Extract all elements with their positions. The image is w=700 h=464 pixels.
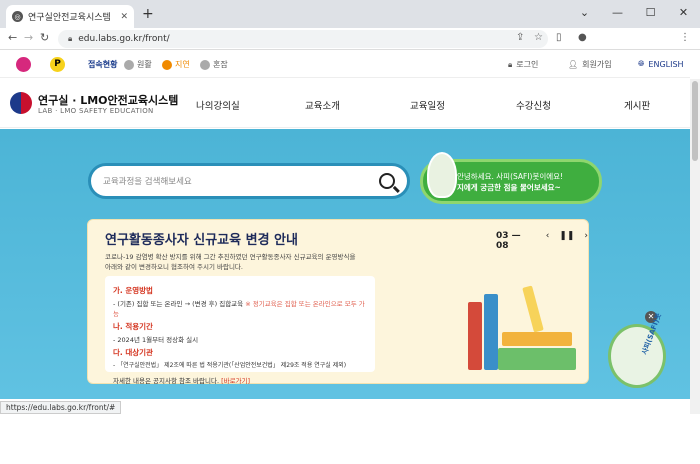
site-subtitle: LAB · LMO SAFETY EDUCATION [38,107,154,115]
section-period-title: 나. 적용기간 [113,322,153,331]
nav-education-schedule[interactable]: 교육일정 [410,98,445,112]
lock-icon: 🔒︎ [68,34,73,43]
nav-education-intro[interactable]: 교육소개 [305,98,340,112]
nav-my-classroom[interactable]: 나의강의실 [196,98,240,112]
section-period-item: - 2024년 1월부터 정상화 실시 [113,336,199,344]
maximize-icon[interactable]: ☐ [634,0,667,28]
bookmark-star-icon[interactable]: ☆ [534,32,543,43]
status-smooth: 원활 [124,59,152,70]
side-panel-icon[interactable]: ▯ [556,32,562,43]
back-icon[interactable]: ← [8,31,17,44]
prev-icon[interactable]: ‹ [546,231,550,251]
bot-prompt: 지에게 궁금한 점을 물어보세요~ [457,182,561,192]
status-dot-icon [200,59,210,70]
lock-icon: 🔒︎ [508,59,513,69]
site-header: 연구실 · LMO안전교육시스템 LAB · LMO SAFETY EDUCAT… [0,79,690,128]
instagram-icon[interactable] [16,57,31,72]
quick-menu-circle[interactable] [130,404,190,464]
globe-icon: 🌐︎ [638,59,645,68]
notice-banner: 연구활동종사자 신규교육 변경 안내 03 — 08 ‹ ❚❚ › 코로나-19… [87,219,589,385]
page-scrollbar[interactable] [690,79,700,414]
close-tab-icon[interactable]: ✕ [120,12,128,22]
quick-menu-circle[interactable] [490,404,550,464]
forward-icon[interactable]: → [24,31,33,44]
connection-status-label: 접속현황 [88,60,118,69]
notice-title: 연구활동종사자 신규교육 변경 안내 [105,233,298,248]
bot-greeting: 안녕하세요. 사피(SAFI)봇이에요! [457,171,564,181]
globe-icon: ◎ [12,11,23,22]
books-illustration [458,285,578,370]
search-placeholder: 교육과정을 검색해보세요 [103,177,192,187]
course-search-input[interactable]: 교육과정을 검색해보세요 [88,163,410,199]
new-tab-icon[interactable]: + [142,6,154,22]
section-method-title: 가. 운영방법 [113,286,153,295]
browser-tab-bar: ◎ 연구실안전교육시스템 ✕ + ⌄ — ☐ ✕ [0,0,700,28]
pause-icon[interactable]: ❚❚ [559,231,574,251]
safi-bot-banner[interactable]: 안녕하세요. 사피(SAFI)봇이에요! 지에게 궁금한 점을 물어보세요~ [420,152,602,204]
user-icon: 👤︎ [568,60,579,69]
login-link[interactable]: 🔒︎ 로그인 [508,59,538,70]
tab-search-icon[interactable]: ⌄ [568,0,601,28]
blog-p-icon[interactable]: P [50,57,65,72]
notice-details: 가. 운영방법 - (기존) 집합 또는 온라인 → (변경 후) 집합교육 ※… [105,276,375,385]
english-link[interactable]: 🌐︎ ENGLISH [638,59,684,69]
url-text: edu.labs.go.kr/front/ [78,34,170,44]
pager-count: 03 — 08 [496,231,521,251]
notice-description: 코로나-19 감염병 확산 방지를 위해 그간 추진하였던 연구활동종사자 신규… [105,253,356,271]
notice-footer: 자세한 내용은 공지사항 참조 바랍니다. [바로가기] [113,377,251,385]
browser-tab[interactable]: ◎ 연구실안전교육시스템 ✕ [6,5,134,28]
address-bar-row: ← → ↻ 🔒︎ edu.labs.go.kr/front/ ⇪ ☆ ▯ ● ⋮ [0,28,700,50]
notice-pager: 03 — 08 ‹ ❚❚ › [496,231,588,251]
status-dot-icon [124,59,134,70]
logo-emblem-icon[interactable] [10,92,32,114]
section-target-title: 다. 대상기관 [113,348,153,357]
nav-board[interactable]: 게시판 [624,98,650,112]
status-congested: 혼잡 [200,59,228,70]
utility-bar: P 접속현황 원활 지연 혼잡 🔒︎ 로그인 👤︎ 회원가입 🌐︎ ENGLISH [0,50,690,78]
status-dot-icon [162,59,172,70]
section-target-item: - 「연구실안전법」 제2조에 따른 법 적용기관(「산업안전보건법」 제29조… [113,362,347,369]
close-window-icon[interactable]: ✕ [667,0,700,28]
hero-section: 교육과정을 검색해보세요 안녕하세요. 사피(SAFI)봇이에요! 지에게 궁금… [0,129,690,399]
shortcut-link[interactable]: [바로가기] [221,377,250,385]
quick-menu-circle[interactable] [250,404,310,464]
share-icon[interactable]: ⇪ [516,32,524,43]
window-controls: ⌄ — ☐ ✕ [568,0,700,28]
url-field[interactable]: 🔒︎ edu.labs.go.kr/front/ [58,30,548,48]
next-icon[interactable]: › [584,231,588,251]
join-link[interactable]: 👤︎ 회원가입 [568,59,612,70]
safi-bot-mascot[interactable] [608,324,666,388]
menu-dots-icon[interactable]: ⋮ [680,32,690,43]
tab-title: 연구실안전교육시스템 [28,13,111,23]
search-icon[interactable] [379,173,395,189]
site-title[interactable]: 연구실 · LMO안전교육시스템 [38,92,178,108]
nav-course-registration[interactable]: 수강신청 [516,98,551,112]
minimize-icon[interactable]: — [601,0,634,28]
reload-icon[interactable]: ↻ [40,31,49,44]
status-delayed: 지연 [162,59,190,70]
scrollbar-thumb[interactable] [692,81,698,161]
flask-mascot-icon [427,152,457,198]
browser-status-url: https://edu.labs.go.kr/front/# [0,401,122,414]
profile-icon[interactable]: ● [578,32,587,43]
quick-menu-circle[interactable] [370,404,430,464]
section-method-item: - (기존) 집합 또는 온라인 → (변경 후) 집합교육 ※ 정기교육은 집… [113,300,365,318]
